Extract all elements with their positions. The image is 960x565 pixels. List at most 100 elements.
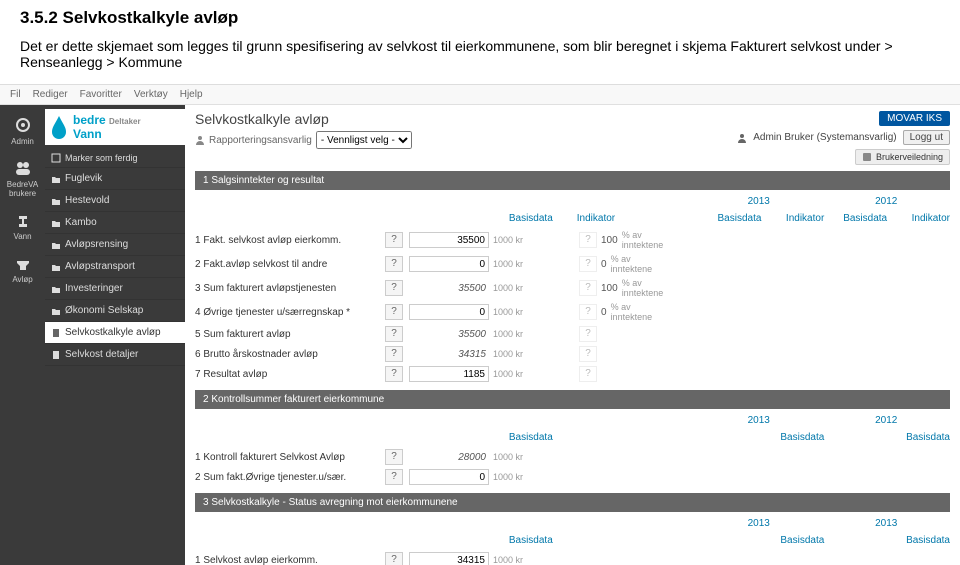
data-row: 3 Sum fakturert avløpstjenesten? 35500 100… bbox=[195, 276, 950, 300]
unit: 1000 kr bbox=[489, 349, 539, 359]
rapp-select[interactable]: - Vennligst velg - bbox=[316, 131, 412, 149]
help-icon[interactable]: ? bbox=[385, 232, 403, 248]
section-1-head: 1 Salgsinntekter og resultat bbox=[195, 171, 950, 190]
indicator-value: 100 bbox=[601, 283, 618, 294]
help-icon[interactable]: ? bbox=[579, 326, 597, 342]
help-icon[interactable]: ? bbox=[579, 256, 597, 272]
col-basisdata-s2: Basisdata bbox=[379, 432, 573, 443]
unit: 1000 kr bbox=[489, 329, 539, 339]
value-readonly: 34315 bbox=[409, 349, 489, 360]
value-input[interactable] bbox=[409, 366, 489, 382]
menu-rediger[interactable]: Rediger bbox=[33, 89, 68, 100]
col-indikator: Indikator bbox=[573, 213, 699, 224]
sidebar-item-hestevold[interactable]: Hestevold bbox=[45, 190, 185, 212]
row-label: 1 Kontroll fakturert Selvkost Avløp bbox=[195, 452, 385, 463]
help-icon[interactable]: ? bbox=[385, 256, 403, 272]
value-input[interactable] bbox=[409, 552, 489, 565]
help-icon[interactable]: ? bbox=[385, 346, 403, 362]
logo-bottom: Vann bbox=[73, 127, 141, 141]
sidebar-item-avløpstransport[interactable]: Avløpstransport bbox=[45, 256, 185, 278]
user-guide-button[interactable]: Brukerveiledning bbox=[855, 149, 950, 165]
sidebar-item-økonomi-selskap[interactable]: Økonomi Selskap bbox=[45, 300, 185, 322]
help-icon[interactable]: ? bbox=[579, 346, 597, 362]
value-input[interactable] bbox=[409, 304, 489, 320]
col-basisdata-s3: Basisdata bbox=[379, 535, 573, 546]
help-icon[interactable]: ? bbox=[385, 469, 403, 485]
unit: 1000 kr bbox=[489, 452, 539, 462]
menu-hjelp[interactable]: Hjelp bbox=[180, 89, 203, 100]
menu-favoritter[interactable]: Favoritter bbox=[80, 89, 122, 100]
help-icon[interactable]: ? bbox=[579, 366, 597, 382]
logo-badge: Deltaker bbox=[109, 117, 141, 126]
help-icon[interactable]: ? bbox=[385, 326, 403, 342]
logo: bedre Deltaker Vann bbox=[45, 109, 185, 145]
mark-done[interactable]: Marker som ferdig bbox=[45, 149, 185, 168]
data-row: 4 Øvrige tjenester u/særregnskap *?1000 … bbox=[195, 300, 950, 324]
value-input[interactable] bbox=[409, 256, 489, 272]
rail-admin[interactable]: Admin bbox=[0, 109, 45, 152]
rail-icon bbox=[13, 210, 33, 230]
help-icon[interactable]: ? bbox=[385, 449, 403, 465]
unit: 1000 kr bbox=[489, 555, 539, 565]
help-icon[interactable]: ? bbox=[579, 304, 597, 320]
value-readonly: 35500 bbox=[409, 283, 489, 294]
unit: 1000 kr bbox=[489, 259, 539, 269]
data-row: 2 Fakt.avløp selvkost til andre?1000 kr?… bbox=[195, 252, 950, 276]
logo-top: bedre bbox=[73, 113, 106, 127]
help-icon[interactable]: ? bbox=[579, 232, 597, 248]
person-icon bbox=[195, 135, 205, 145]
data-row: 1 Selvkost avløp eierkomm.?1000 kr bbox=[195, 550, 950, 565]
section-2-head: 2 Kontrollsummer fakturert eierkommune bbox=[195, 390, 950, 409]
value-input[interactable] bbox=[409, 469, 489, 485]
book-icon bbox=[862, 152, 872, 162]
sidebar-item-selvkostkalkyle-avløp[interactable]: Selvkostkalkyle avløp bbox=[45, 322, 185, 344]
unit: 1000 kr bbox=[489, 235, 539, 245]
sidebar-item-fuglevik[interactable]: Fuglevik bbox=[45, 168, 185, 190]
sidebar-item-selvkost-detaljer[interactable]: Selvkost detaljer bbox=[45, 344, 185, 366]
logout-button[interactable]: Logg ut bbox=[903, 130, 950, 145]
menu-verktøy[interactable]: Verktøy bbox=[134, 89, 168, 100]
help-icon[interactable]: ? bbox=[385, 280, 403, 296]
rapp-label: Rapporteringsansvarlig bbox=[209, 135, 312, 146]
sidebar-item-kambo[interactable]: Kambo bbox=[45, 212, 185, 234]
sidebar-label: Avløpsrensing bbox=[65, 239, 128, 250]
sidebar-item-avløpsrensing[interactable]: Avløpsrensing bbox=[45, 234, 185, 256]
unit: 1000 kr bbox=[489, 472, 539, 482]
indicator-unit: % av inntektene bbox=[607, 302, 657, 322]
row-label: 5 Sum fakturert avløp bbox=[195, 329, 385, 340]
row-label: 4 Øvrige tjenester u/særregnskap * bbox=[195, 307, 385, 318]
left-rail: AdminBedreVAbrukereVannAvløp bbox=[0, 105, 45, 565]
file-icon bbox=[51, 350, 61, 360]
col-indikator-y2: Indikator bbox=[887, 213, 950, 224]
row-label: 7 Resultat avløp bbox=[195, 369, 385, 380]
flag-icon bbox=[51, 153, 61, 163]
folder-icon bbox=[51, 218, 61, 228]
indicator-unit: % av inntektene bbox=[618, 278, 668, 298]
rail-avløp[interactable]: Avløp bbox=[0, 247, 45, 290]
page-title: Selvkostkalkyle avløp bbox=[195, 111, 412, 127]
help-icon[interactable]: ? bbox=[579, 280, 597, 296]
help-icon[interactable]: ? bbox=[385, 366, 403, 382]
help-icon[interactable]: ? bbox=[385, 552, 403, 565]
data-row: 7 Resultat avløp?1000 kr? bbox=[195, 364, 950, 384]
sidebar-item-investeringer[interactable]: Investeringer bbox=[45, 278, 185, 300]
year-2013b-s3: 2013 bbox=[823, 518, 951, 529]
data-row: 5 Sum fakturert avløp?355001000 kr? bbox=[195, 324, 950, 344]
menu-fil[interactable]: Fil bbox=[10, 89, 21, 100]
row-label: 3 Sum fakturert avløpstjenesten bbox=[195, 283, 385, 294]
person-icon bbox=[737, 133, 747, 143]
help-icon[interactable]: ? bbox=[385, 304, 403, 320]
value-input[interactable] bbox=[409, 232, 489, 248]
data-row: 2 Sum fakt.Øvrige tjenester.u/sær.?1000 … bbox=[195, 467, 950, 487]
section-3-head: 3 Selvkostkalkyle - Status avregning mot… bbox=[195, 493, 950, 512]
rail-bedreva-brukere[interactable]: BedreVAbrukere bbox=[0, 152, 45, 204]
reporting-responsible: Rapporteringsansvarlig - Vennligst velg … bbox=[195, 131, 412, 149]
data-row: 6 Brutto årskostnader avløp?343151000 kr… bbox=[195, 344, 950, 364]
year-2013-s3: 2013 bbox=[695, 518, 823, 529]
file-icon bbox=[51, 328, 61, 338]
rail-vann[interactable]: Vann bbox=[0, 204, 45, 247]
org-badge: MOVAR IKS bbox=[879, 111, 950, 126]
user-name: Admin Bruker (Systemansvarlig) bbox=[753, 132, 896, 143]
doc-intro: Det er dette skjemaet som legges til gru… bbox=[20, 38, 940, 70]
row-label: 1 Fakt. selvkost avløp eierkomm. bbox=[195, 235, 385, 246]
